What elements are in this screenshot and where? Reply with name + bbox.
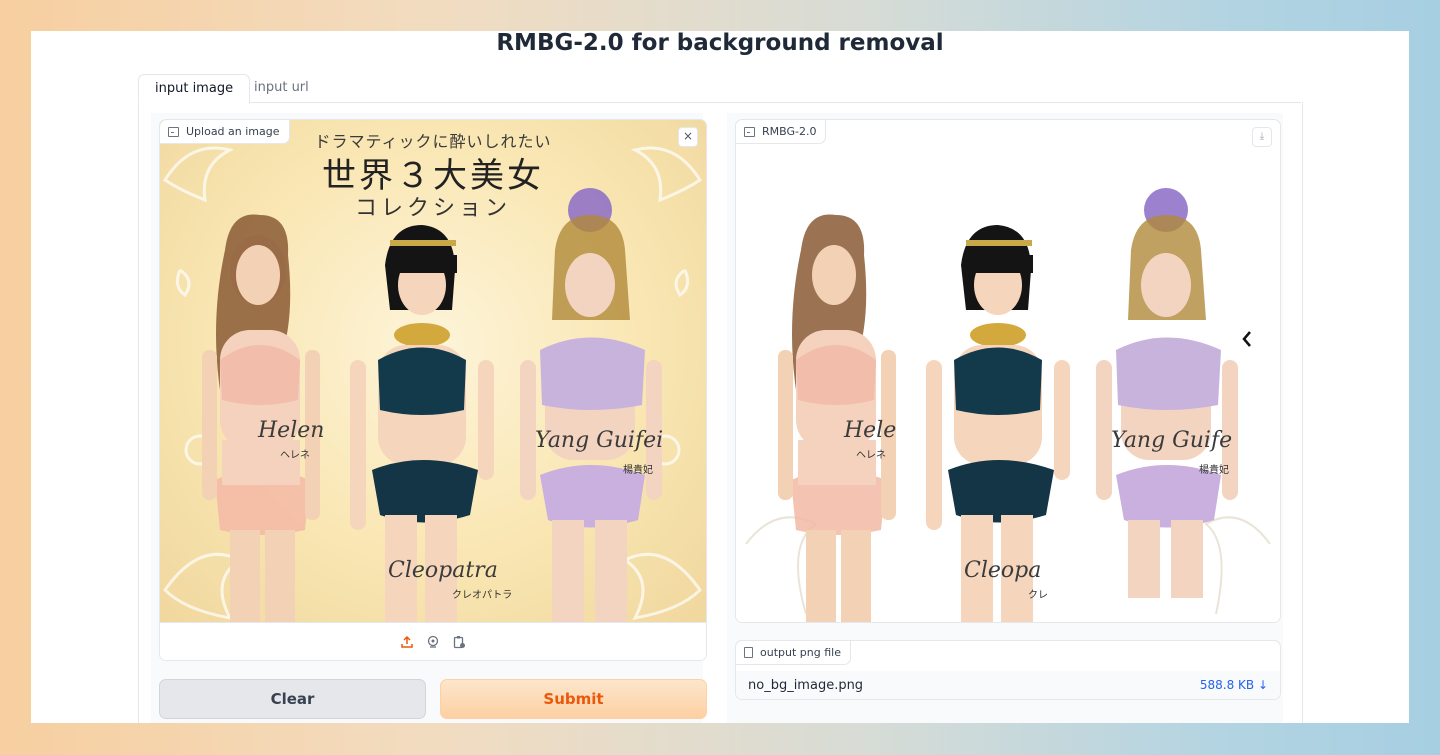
- output-file-block: output png file no_bg_image.png 588.8 KB…: [735, 640, 1281, 700]
- output-file-label-text: output png file: [760, 646, 841, 659]
- chevron-left-icon[interactable]: [1240, 329, 1254, 349]
- input-image-preview: ドラマティックに酔いしれたい 世界３大美女 コレクション Helen ヘレネ C…: [160, 120, 706, 622]
- input-image-label-text: Upload an image: [186, 125, 280, 138]
- file-icon: [744, 647, 753, 658]
- kana-yang-guifei: 楊貴妃: [623, 465, 653, 476]
- clear-image-button[interactable]: ×: [678, 127, 698, 147]
- name-yang-guifei-cutout: Yang Guife: [1111, 428, 1233, 453]
- kana-cleopatra-cutout: クレ: [1028, 590, 1048, 601]
- webcam-icon[interactable]: [425, 634, 441, 650]
- input-image-label: Upload an image: [160, 120, 290, 144]
- name-helen-cutout: Hele: [844, 418, 897, 443]
- image-icon: [168, 126, 179, 137]
- image-icon: [744, 126, 755, 137]
- tab-content: Upload an image × ドラマティックに酔いしれたい 世界３大美女 …: [138, 102, 1303, 723]
- clear-button[interactable]: Clear: [159, 679, 426, 719]
- kana-cleopatra: クレオパトラ: [452, 590, 513, 601]
- output-file-label: output png file: [736, 641, 851, 665]
- tab-bar: input image input url: [138, 74, 1301, 104]
- page-title: RMBG-2.0 for background removal: [496, 31, 944, 56]
- image-source-bar: [160, 622, 706, 660]
- kana-helen-cutout: ヘレネ: [856, 450, 886, 461]
- tab-input-url[interactable]: input url: [238, 74, 325, 102]
- name-cleopatra: Cleopatra: [388, 558, 498, 583]
- tab-input-image[interactable]: input image: [138, 74, 251, 104]
- file-name: no_bg_image.png: [748, 677, 864, 693]
- models-cutout-illustration: [745, 188, 1271, 622]
- models-illustration: [202, 188, 662, 622]
- clipboard-icon[interactable]: [451, 634, 467, 650]
- kana-helen: ヘレネ: [280, 450, 310, 461]
- input-column: Upload an image × ドラマティックに酔いしれたい 世界３大美女 …: [151, 113, 707, 723]
- download-icon[interactable]: ⤓: [1252, 127, 1272, 147]
- app-window: RMBG-2.0 for background removal input im…: [31, 31, 1409, 723]
- output-image-label-text: RMBG-2.0: [762, 125, 817, 138]
- submit-button[interactable]: Submit: [440, 679, 707, 719]
- output-column: RMBG-2.0 ⤓ Hele ヘレネ Cleopa クレ Yang Guife…: [727, 113, 1283, 723]
- input-image-block[interactable]: Upload an image × ドラマティックに酔いしれたい 世界３大美女 …: [159, 119, 707, 661]
- upload-icon[interactable]: [399, 634, 415, 650]
- output-image-preview: Hele ヘレネ Cleopa クレ Yang Guife 楊貴妃: [736, 144, 1280, 622]
- file-download-link[interactable]: 588.8 KB ↓: [1200, 678, 1268, 692]
- output-image-label: RMBG-2.0: [736, 120, 827, 144]
- kana-yang-guifei-cutout: 楊貴妃: [1199, 465, 1229, 476]
- name-yang-guifei: Yang Guifei: [535, 428, 664, 453]
- name-helen: Helen: [258, 418, 325, 443]
- name-cleopatra-cutout: Cleopa: [964, 558, 1042, 583]
- file-row: no_bg_image.png 588.8 KB ↓: [736, 671, 1280, 699]
- output-image-block: RMBG-2.0 ⤓ Hele ヘレネ Cleopa クレ Yang Guife…: [735, 119, 1281, 623]
